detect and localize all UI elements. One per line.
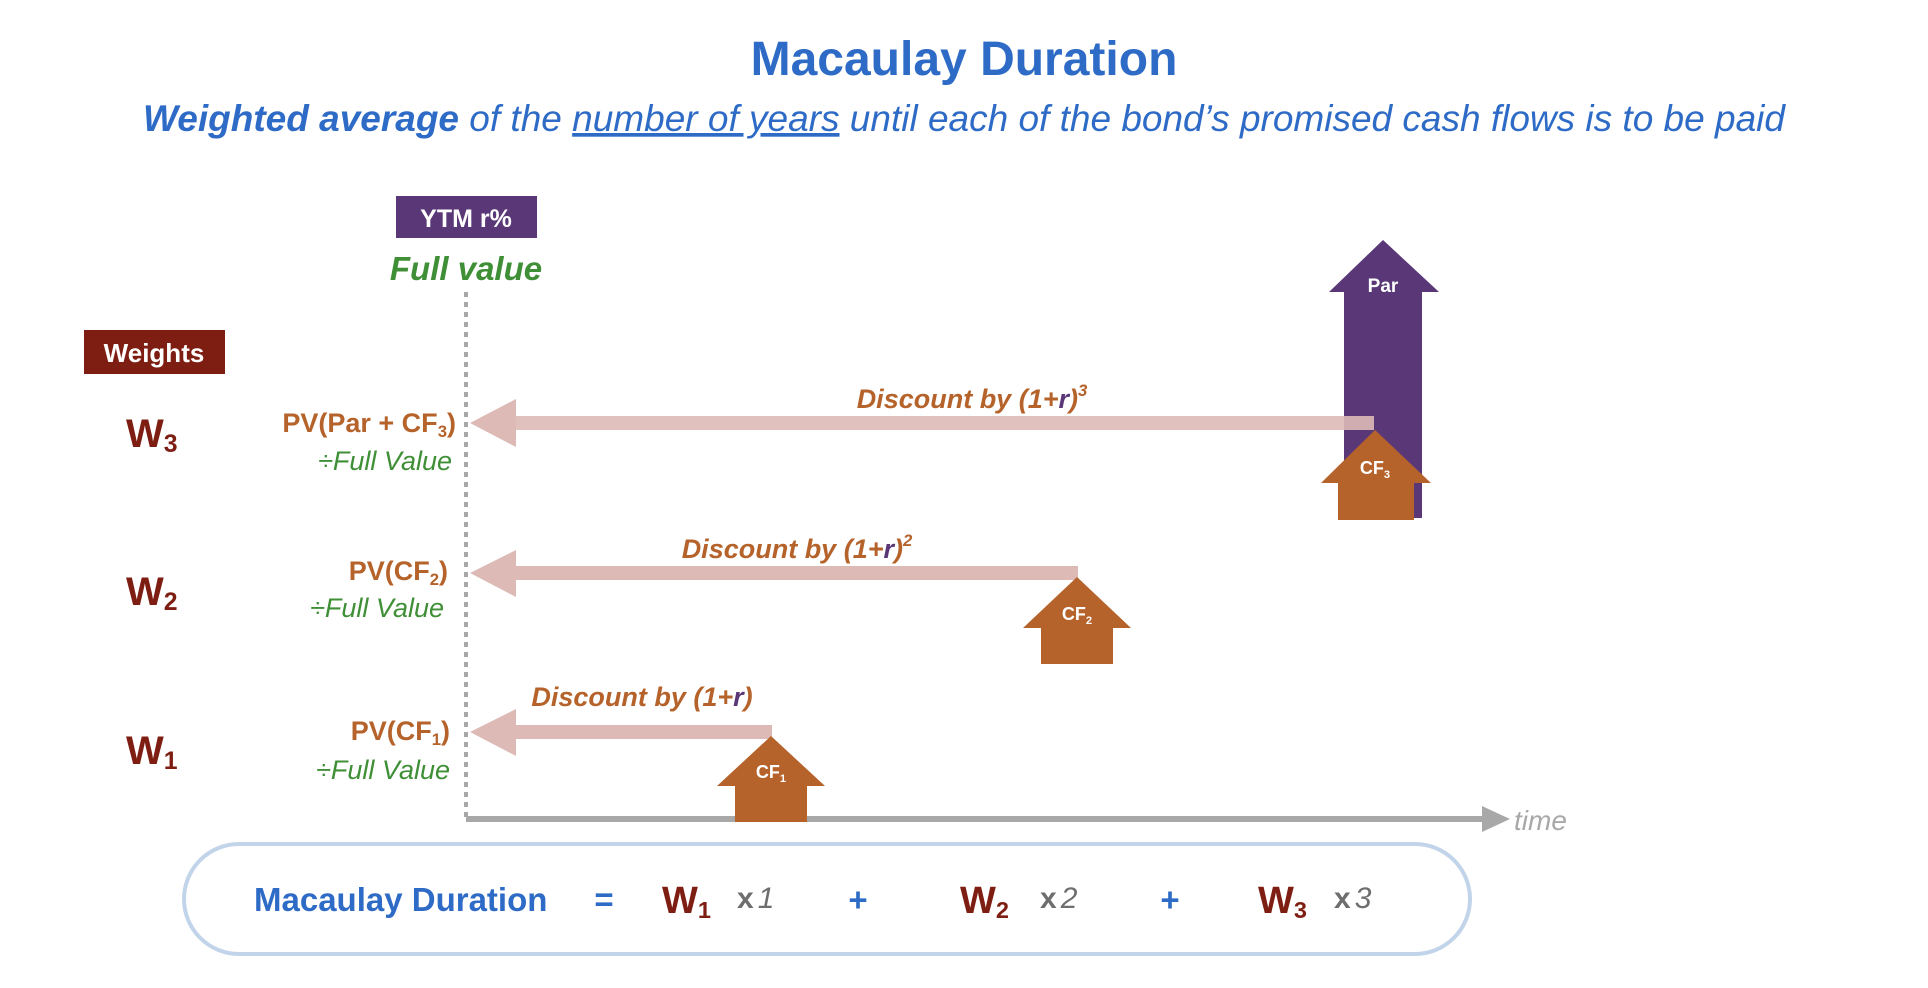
pv3-prefix: PV(Par + CF	[282, 408, 437, 438]
time-axis-label: time	[1514, 805, 1567, 836]
ft3-sub: 3	[1294, 897, 1307, 923]
ytm-label: YTM r%	[420, 205, 512, 233]
divide-label-row1: ÷Full Value	[316, 755, 450, 785]
weight-label-w3: W3	[126, 412, 178, 458]
ft2-t: 2	[1060, 882, 1078, 915]
pv-label-row2: PV(CF2)	[349, 556, 448, 589]
full-value-label: Full value	[390, 250, 542, 287]
weight-label-w2: W2	[126, 570, 178, 616]
pv2-sub: 2	[430, 570, 439, 589]
ft3-base: W	[1258, 880, 1294, 922]
formula-title: Macaulay Duration	[254, 881, 547, 918]
ft1-sub: 1	[698, 897, 711, 923]
ft1-t: 1	[758, 882, 775, 915]
pv-label-row1: PV(CF1)	[351, 716, 450, 749]
cf2-sub: 2	[1086, 615, 1092, 627]
page-subtitle: Weighted average of the number of years …	[143, 98, 1786, 139]
weight-label-w1: W1	[126, 729, 178, 775]
w1-base: W	[126, 729, 164, 773]
discount3-exp: 3	[1078, 381, 1088, 400]
ft2-base: W	[960, 880, 996, 922]
formula-plus-1: +	[848, 881, 867, 918]
w3-sub: 3	[164, 431, 178, 458]
cf1-sub: 1	[780, 773, 786, 785]
weights-label: Weights	[104, 338, 205, 368]
pv2-suffix: )	[439, 556, 448, 586]
cf3-sub: 3	[1384, 469, 1390, 481]
pv1-sub: 1	[432, 730, 441, 749]
pv1-suffix: )	[441, 716, 450, 746]
cf2-base: CF	[1062, 604, 1086, 624]
formula-equals: =	[594, 881, 613, 918]
cf1-base: CF	[756, 762, 780, 782]
time-axis-arrowhead	[1482, 806, 1510, 832]
pv3-suffix: )	[447, 408, 456, 438]
subtitle-text-a: of the	[459, 98, 572, 139]
macaulay-duration-slide: Macaulay Duration Weighted average of th…	[0, 0, 1928, 988]
par-label: Par	[1368, 276, 1399, 297]
cf3-base: CF	[1360, 458, 1384, 478]
w3-base: W	[126, 412, 164, 456]
discount-label-row1: Discount by (1+r)	[531, 682, 752, 712]
pv-label-row3: PV(Par + CF3)	[282, 408, 456, 441]
discount1-prefix: Discount by (1+	[531, 682, 733, 712]
pv2-prefix: PV(CF	[349, 556, 430, 586]
ft3-t: 3	[1355, 882, 1372, 915]
pv1-prefix: PV(CF	[351, 716, 432, 746]
w2-base: W	[126, 570, 164, 614]
w1-sub: 1	[164, 748, 178, 775]
subtitle-text-b: until each of the bond’s promised cash f…	[840, 98, 1787, 139]
subtitle-underlined: number of years	[572, 98, 839, 139]
discount-label-row2: Discount by (1+r)2	[682, 531, 913, 564]
discount2-exp: 2	[902, 531, 913, 550]
divide-label-row2: ÷Full Value	[310, 593, 444, 623]
divide-label-row3: ÷Full Value	[318, 446, 452, 476]
ft3-x: x	[1334, 882, 1351, 915]
ft2-x: x	[1040, 882, 1057, 915]
subtitle-emphasis: Weighted average	[143, 98, 459, 139]
ft1-base: W	[662, 880, 698, 922]
discount-arrow-row1	[470, 709, 772, 756]
w2-sub: 2	[164, 589, 178, 616]
ft1-x: x	[737, 882, 754, 915]
page-title: Macaulay Duration	[751, 33, 1178, 86]
duration-diagram: Macaulay Duration Weighted average of th…	[84, 33, 1786, 956]
pv3-sub: 3	[438, 422, 447, 441]
ft2-sub: 2	[996, 897, 1009, 923]
discount3-prefix: Discount by (1+	[857, 384, 1059, 414]
formula-plus-2: +	[1160, 881, 1179, 918]
discount2-prefix: Discount by (1+	[682, 534, 884, 564]
discount-label-row3: Discount by (1+r)3	[857, 381, 1088, 414]
